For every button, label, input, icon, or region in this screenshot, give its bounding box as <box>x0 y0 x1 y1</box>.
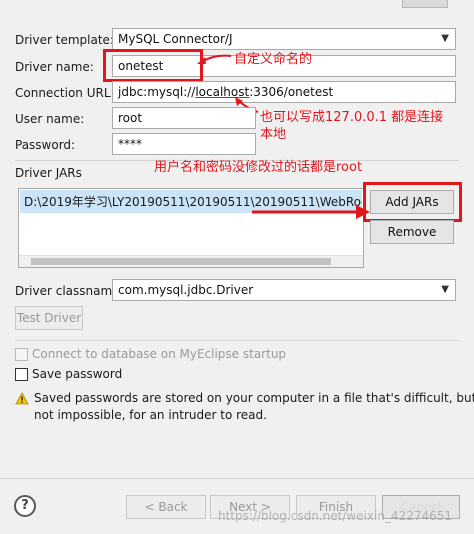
user-name-input[interactable]: root <box>112 107 256 129</box>
password-label: Password: <box>15 138 76 152</box>
warning-icon <box>15 392 29 405</box>
back-button[interactable]: < Back <box>126 495 206 519</box>
annotation-box-driver-name <box>103 49 203 82</box>
driver-classname-select[interactable]: com.mysql.jdbc.Driver ▼ <box>112 279 456 301</box>
test-driver-button[interactable]: Test Driver <box>15 306 83 330</box>
annotation-arrow-icon <box>252 205 370 219</box>
separator <box>15 340 459 341</box>
save-password-checkbox[interactable] <box>15 368 28 381</box>
url-prefix: jdbc:mysql:// <box>118 85 196 99</box>
annotation-custom-name: 自定义命名的 <box>234 52 313 67</box>
window-corner-icon <box>402 0 448 8</box>
annotation-ip-note-1: 也可以写成127.0.0.1 都是连接 <box>260 110 444 125</box>
driver-jars-label: Driver JARs <box>15 166 82 180</box>
warning-text-line2: not impossible, for an intruder to read. <box>34 408 267 422</box>
warning-text-line1: Saved passwords are stored on your compu… <box>34 391 474 405</box>
remove-button[interactable]: Remove <box>370 220 454 244</box>
connection-url-input[interactable]: jdbc:mysql://localhost:3306/onetest <box>112 81 456 103</box>
scrollbar-thumb[interactable] <box>31 258 331 265</box>
driver-jars-list[interactable]: D:\2019年学习\LY20190511\20190511\20190511\… <box>18 188 364 268</box>
driver-template-select[interactable]: MySQL Connector/J ▼ <box>112 28 456 50</box>
connect-startup-checkbox[interactable] <box>15 348 28 361</box>
connect-startup-label: Connect to database on MyEclipse startup <box>32 347 287 361</box>
annotation-root-note: 用户名和密码没修改过的话都是root <box>154 160 363 175</box>
driver-classname-value: com.mysql.jdbc.Driver <box>118 283 254 297</box>
chevron-down-icon: ▼ <box>441 33 449 44</box>
driver-template-label: Driver template: <box>15 33 114 47</box>
connection-url-label: Connection URL: <box>15 86 115 100</box>
add-jars-button[interactable]: Add JARs <box>370 190 454 214</box>
driver-template-value: MySQL Connector/J <box>118 32 233 46</box>
help-icon[interactable]: ? <box>14 495 36 517</box>
user-name-label: User name: <box>15 112 85 126</box>
user-name-value: root <box>118 111 143 125</box>
password-input[interactable]: **** <box>112 133 256 155</box>
driver-classname-label: Driver classname: <box>15 284 124 298</box>
footer-divider <box>0 478 474 479</box>
horizontal-scrollbar[interactable] <box>19 255 363 267</box>
driver-name-label: Driver name: <box>15 60 94 74</box>
annotation-arrow-icon <box>197 54 232 64</box>
watermark-text: https://blog.csdn.net/weixin_42274651 <box>218 509 453 523</box>
save-password-label: Save password <box>32 367 123 381</box>
chevron-down-icon: ▼ <box>441 284 449 295</box>
password-value: **** <box>118 137 142 151</box>
annotation-ip-note-2: 本地 <box>260 127 287 142</box>
